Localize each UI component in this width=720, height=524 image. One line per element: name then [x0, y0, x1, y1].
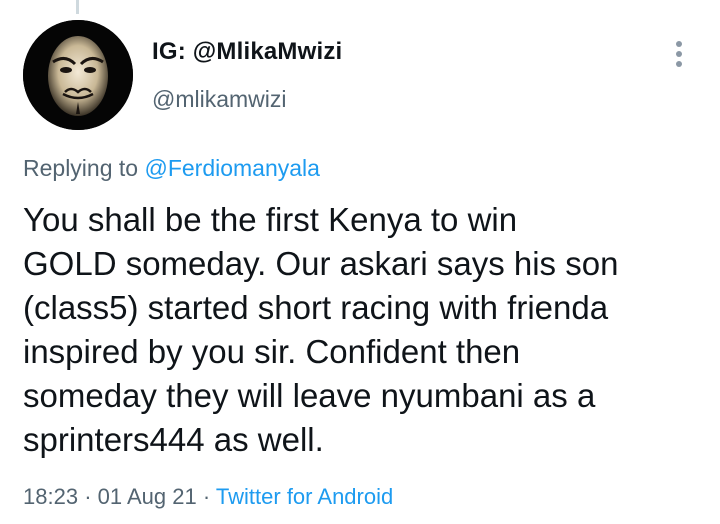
tweet-date[interactable]: 01 Aug 21: [98, 484, 197, 509]
author-handle[interactable]: @mlikamwizi: [152, 86, 287, 113]
tweet-text-line: someday they will leave nyumbani as a: [23, 377, 596, 414]
more-options-button[interactable]: [664, 36, 694, 72]
author-display-name[interactable]: IG: @MlikaMwizi: [152, 38, 342, 66]
replying-to-mention-link[interactable]: @Ferdiomanyala: [144, 155, 319, 181]
tweet-text-line: (class5) started short racing with frien…: [23, 289, 609, 326]
tweet-text: You shall be the first Kenya to win GOLD…: [23, 198, 703, 462]
vertical-dots-icon: [676, 41, 682, 67]
tweet-metadata: 18:23 · 01 Aug 21 · Twitter for Android: [23, 484, 393, 510]
mask-avatar-icon: [23, 20, 133, 130]
tweet-source-link[interactable]: Twitter for Android: [216, 484, 393, 509]
tweet-text-line: You shall be the first Kenya to win: [23, 201, 518, 238]
tweet-time[interactable]: 18:23: [23, 484, 78, 509]
tweet-text-line: GOLD someday. Our askari says his son: [23, 245, 619, 282]
meta-separator: ·: [84, 484, 92, 509]
tweet-text-line: sprinters444 as well.: [23, 421, 324, 458]
thread-connector-line: [76, 0, 79, 14]
avatar[interactable]: [23, 20, 133, 130]
replying-to-line: Replying to @Ferdiomanyala: [23, 155, 320, 182]
replying-to-label: Replying to: [23, 155, 139, 181]
meta-separator: ·: [202, 484, 211, 509]
tweet-text-line: inspired by you sir. Confident then: [23, 333, 521, 370]
